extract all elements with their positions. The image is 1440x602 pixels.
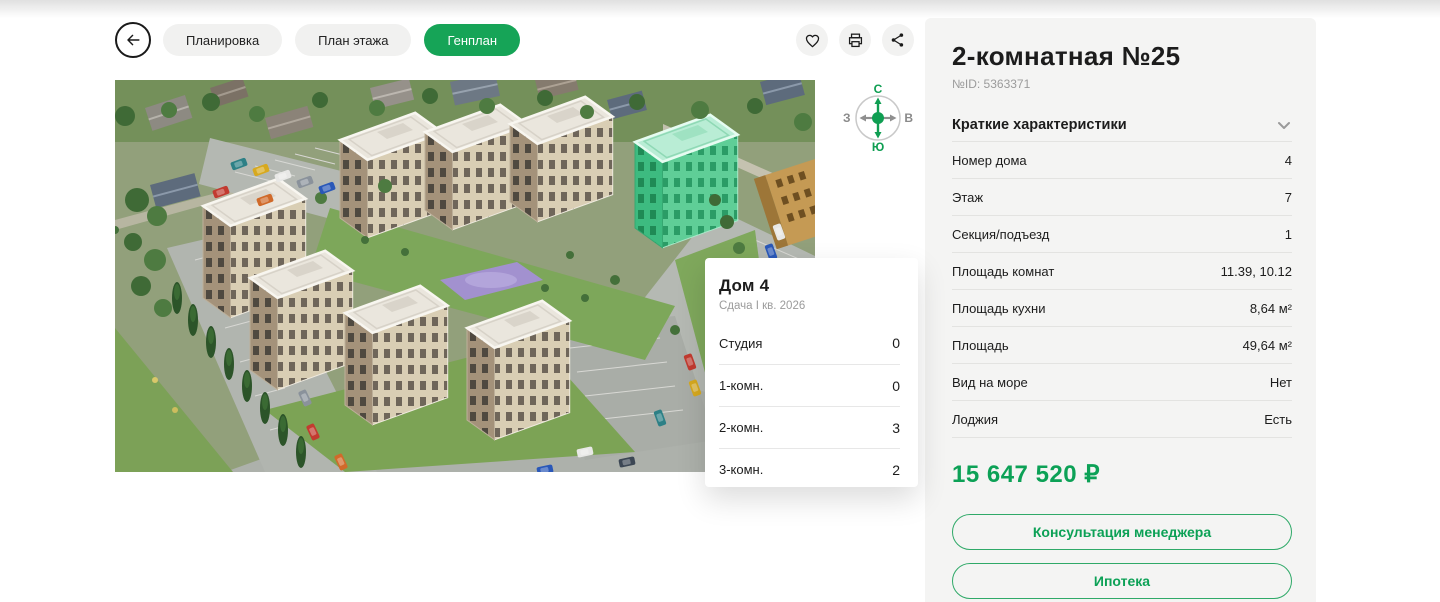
tooltip-row-value: 2	[892, 461, 900, 478]
tab-genplan[interactable]: Генплан	[424, 24, 521, 56]
print-button[interactable]	[839, 24, 871, 56]
apartment-panel: 2-комнатная №25 №ID: 5363371 Краткие хар…	[925, 18, 1316, 602]
tooltip-rows: Студия 0 1-комн. 0 2-комн. 3 3-комн. 2	[719, 322, 900, 490]
compass-east-label: В	[904, 111, 913, 125]
row-label: Площадь	[952, 337, 1009, 353]
tab-planirovka[interactable]: Планировка	[163, 24, 283, 56]
price: 15 647 520 ₽	[952, 461, 1101, 488]
row-floor: Этаж 7	[952, 179, 1292, 216]
row-label: Площадь комнат	[952, 263, 1055, 279]
characteristics-list: Номер дома 4 Этаж 7 Секция/подъезд 1 Пло…	[952, 142, 1292, 438]
printer-icon	[848, 33, 862, 47]
row-house-number: Номер дома 4	[952, 142, 1292, 179]
row-value: 1	[1284, 226, 1292, 242]
page: Планировка План этажа Генплан С Ю З В До…	[0, 0, 1440, 602]
tooltip-row-value: 3	[892, 419, 900, 436]
row-value: 4	[1284, 152, 1292, 168]
row-section: Секция/подъезд 1	[952, 216, 1292, 253]
row-value: 49,64 м²	[1242, 337, 1292, 353]
row-value: 8,64 м²	[1249, 300, 1292, 316]
tooltip-subtitle: Сдача I кв. 2026	[719, 300, 806, 312]
row-label: Лоджия	[952, 411, 999, 427]
row-value: 7	[1284, 189, 1292, 205]
favorite-button[interactable]	[796, 24, 828, 56]
row-label: Вид на море	[952, 374, 1028, 390]
tooltip-row-studio: Студия 0	[719, 322, 900, 364]
apartment-title: 2-комнатная №25	[952, 41, 1181, 71]
compass-rose-icon	[855, 95, 901, 141]
share-button[interactable]	[882, 24, 914, 56]
share-icon	[891, 33, 904, 47]
compass: С Ю З В	[843, 82, 913, 154]
row-label: Номер дома	[952, 152, 1027, 168]
tooltip-row-3room: 3-комн. 2	[719, 448, 900, 490]
tooltip-row-label: Студия	[719, 335, 763, 351]
row-value: 11.39, 10.12	[1220, 263, 1292, 279]
row-label: Площадь кухни	[952, 300, 1046, 316]
row-label: Секция/подъезд	[952, 226, 1050, 242]
mortgage-button[interactable]: Ипотека	[952, 563, 1292, 599]
building-tooltip: Дом 4 Сдача I кв. 2026 Студия 0 1-комн. …	[705, 258, 918, 487]
row-total-area: Площадь 49,64 м²	[952, 327, 1292, 364]
tooltip-row-1room: 1-комн. 0	[719, 364, 900, 406]
characteristics-title: Краткие характеристики	[952, 116, 1127, 133]
row-rooms-area: Площадь комнат 11.39, 10.12	[952, 253, 1292, 290]
row-label: Этаж	[952, 189, 984, 205]
back-arrow-icon	[127, 34, 140, 46]
characteristics-header[interactable]: Краткие характеристики	[952, 116, 1292, 142]
compass-south-label: Ю	[871, 140, 885, 154]
tooltip-row-label: 3-комн.	[719, 462, 764, 477]
tooltip-row-label: 1-комн.	[719, 378, 764, 393]
consultation-button[interactable]: Консультация менеджера	[952, 514, 1292, 550]
tab-plan-etazha[interactable]: План этажа	[295, 24, 412, 56]
tooltip-row-value: 0	[892, 377, 900, 394]
apartment-id: №ID: 5363371	[952, 77, 1031, 91]
back-button[interactable]	[115, 22, 151, 58]
row-loggia: Лоджия Есть	[952, 401, 1292, 438]
row-sea-view: Вид на море Нет	[952, 364, 1292, 401]
tooltip-row-value: 0	[892, 335, 900, 351]
chevron-down-icon[interactable]	[1276, 117, 1292, 133]
row-value: Нет	[1269, 374, 1292, 390]
panel-buttons: Консультация менеджера Ипотека	[952, 514, 1292, 599]
row-value: Есть	[1264, 411, 1292, 427]
view-tabs: Планировка План этажа Генплан	[163, 24, 521, 56]
top-shadow	[0, 0, 1440, 18]
tooltip-row-label: 2-комн.	[719, 420, 764, 435]
compass-west-label: З	[843, 111, 851, 125]
action-buttons	[796, 24, 914, 56]
tooltip-row-2room: 2-комн. 3	[719, 406, 900, 448]
heart-icon	[805, 34, 819, 47]
tooltip-title: Дом 4	[719, 276, 770, 295]
row-kitchen-area: Площадь кухни 8,64 м²	[952, 290, 1292, 327]
